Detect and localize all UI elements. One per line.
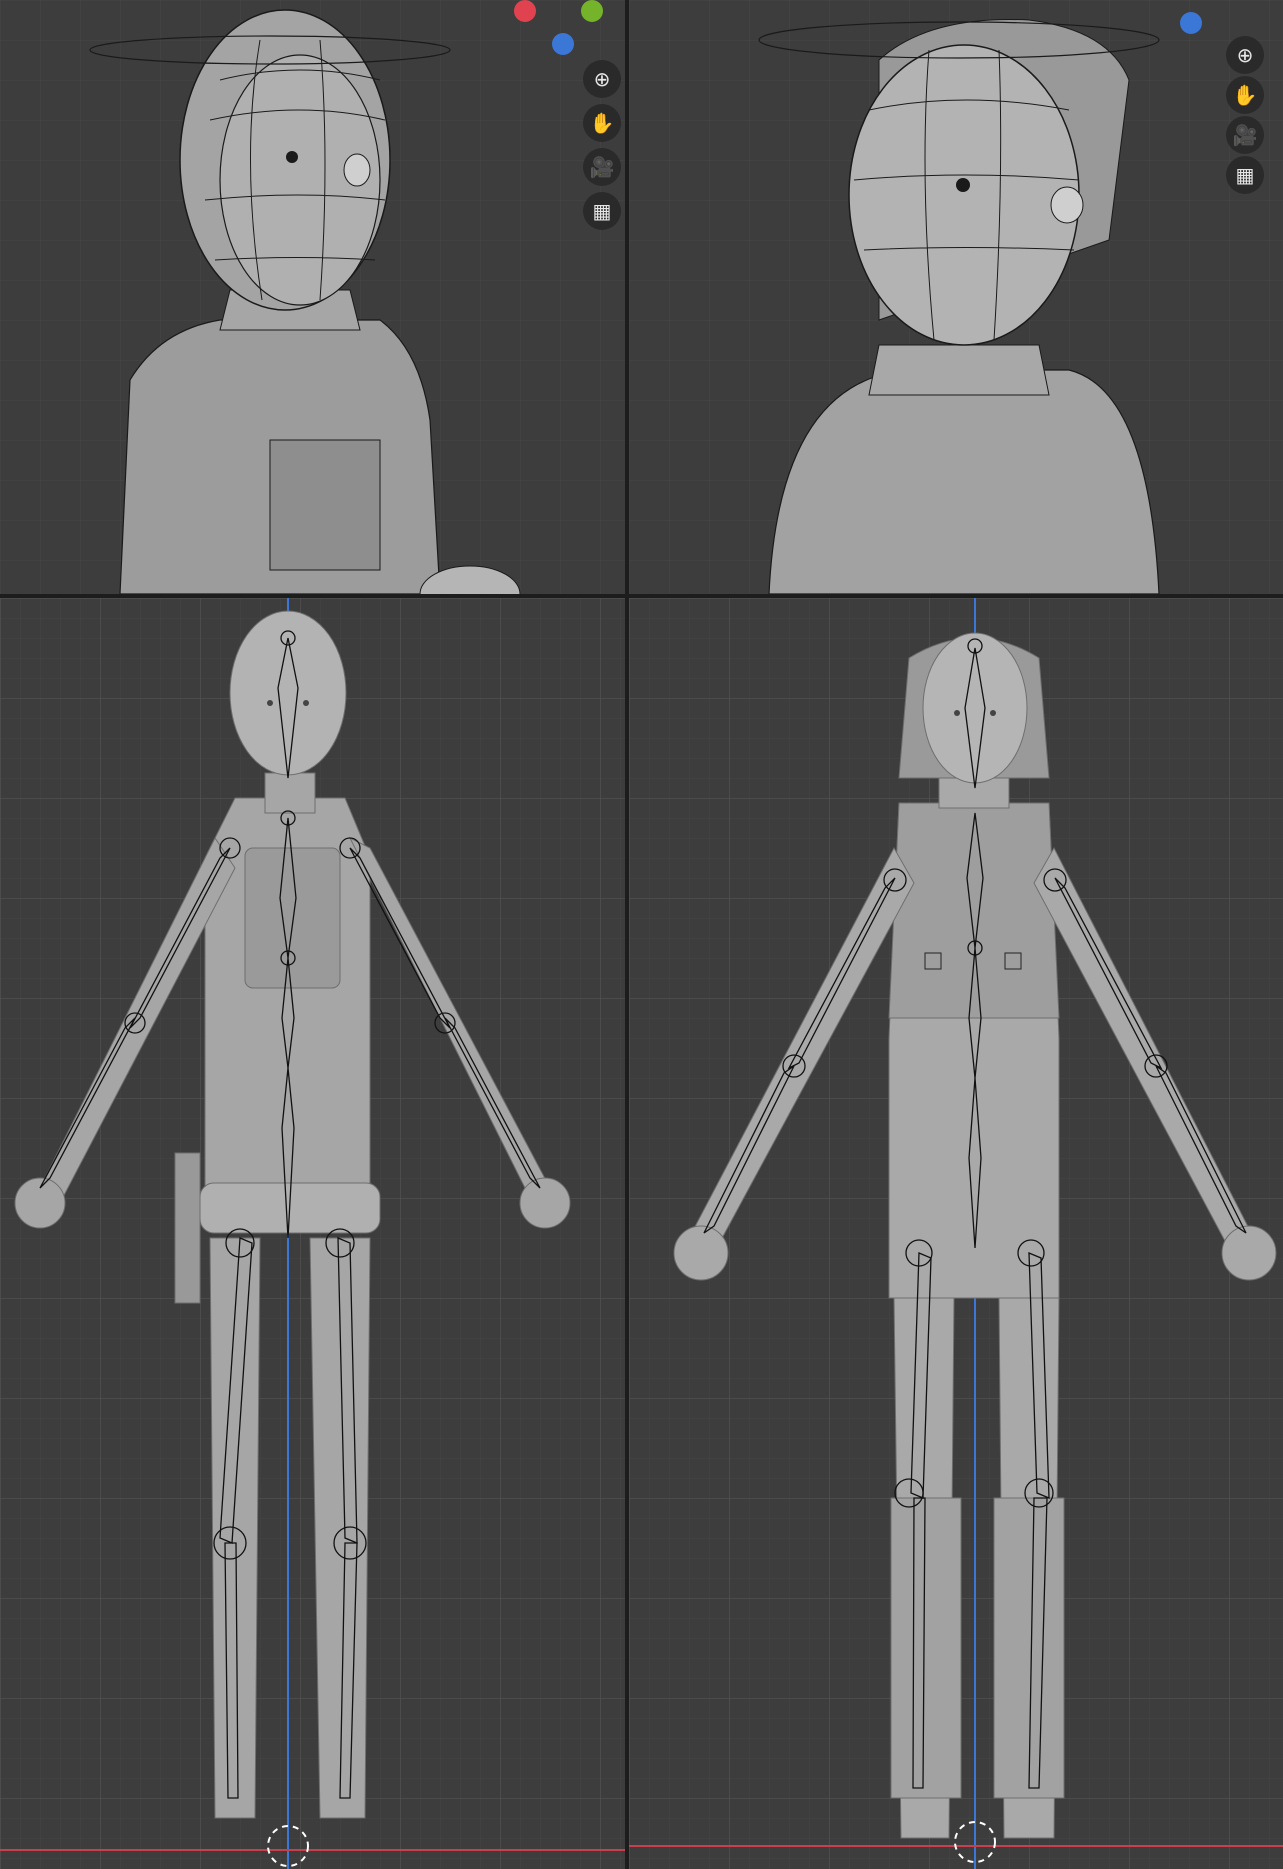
left-boot bbox=[890, 1497, 962, 1799]
camera-icon: 🎥 bbox=[1232, 123, 1258, 147]
eye-left bbox=[267, 700, 273, 706]
nose bbox=[1050, 186, 1084, 224]
zoom-button[interactable]: ⊕ bbox=[1226, 36, 1264, 74]
grid-toggle-button[interactable]: ▦ bbox=[583, 192, 621, 230]
grid-toggle-button[interactable]: ▦ bbox=[1226, 156, 1264, 194]
left-hand bbox=[14, 1177, 66, 1229]
hand-icon: ✋ bbox=[589, 111, 615, 135]
eye-right bbox=[990, 710, 996, 716]
viewport-bottom-left[interactable] bbox=[0, 598, 625, 1869]
zoom-icon: ⊕ bbox=[1236, 43, 1254, 67]
camera-button[interactable]: 🎥 bbox=[583, 148, 621, 186]
eye-left bbox=[954, 710, 960, 716]
right-hand bbox=[1221, 1225, 1277, 1281]
neck bbox=[264, 772, 316, 814]
viewport-bottom-left-canvas bbox=[0, 598, 625, 1869]
viewport-top-right[interactable]: ⊕ ✋ 🎥 ▦ bbox=[629, 0, 1283, 594]
eye bbox=[286, 151, 298, 163]
chest-panel bbox=[269, 439, 381, 571]
pan-button[interactable]: ✋ bbox=[1226, 76, 1264, 114]
shirt bbox=[888, 802, 1060, 1019]
gizmo-x-axis[interactable] bbox=[514, 0, 536, 22]
side-pouch bbox=[174, 1152, 201, 1304]
gizmo-z-axis[interactable] bbox=[552, 33, 574, 55]
head bbox=[922, 632, 1028, 784]
grid-icon: ▦ bbox=[1235, 163, 1255, 187]
viewport-top-left-canvas bbox=[0, 0, 625, 594]
camera-button[interactable]: 🎥 bbox=[1226, 116, 1264, 154]
hand-icon: ✋ bbox=[1232, 83, 1258, 107]
viewport-bottom-right-canvas bbox=[629, 598, 1283, 1869]
zoom-icon: ⊕ bbox=[593, 67, 611, 91]
viewport-top-left[interactable]: ⊕ ✋ 🎥 ▦ bbox=[0, 0, 625, 594]
gizmo-z-axis[interactable] bbox=[1180, 12, 1202, 34]
eye-right bbox=[303, 700, 309, 706]
grid-icon: ▦ bbox=[592, 199, 612, 223]
zoom-button[interactable]: ⊕ bbox=[583, 60, 621, 98]
neck-block bbox=[868, 344, 1050, 396]
viewport-top-right-canvas bbox=[629, 0, 1283, 594]
head bbox=[229, 610, 347, 776]
camera-icon: 🎥 bbox=[589, 155, 615, 179]
viewport-bottom-right[interactable] bbox=[629, 598, 1283, 1869]
right-hand bbox=[519, 1177, 571, 1229]
face-mesh bbox=[848, 44, 1080, 346]
pan-button[interactable]: ✋ bbox=[583, 104, 621, 142]
viewport-splitter-horizontal[interactable] bbox=[0, 594, 1283, 598]
viewport-splitter-vertical[interactable] bbox=[625, 0, 629, 1869]
gizmo-y-axis[interactable] bbox=[581, 0, 603, 22]
left-hand bbox=[673, 1225, 729, 1281]
nose bbox=[343, 153, 371, 187]
eye bbox=[956, 178, 970, 192]
